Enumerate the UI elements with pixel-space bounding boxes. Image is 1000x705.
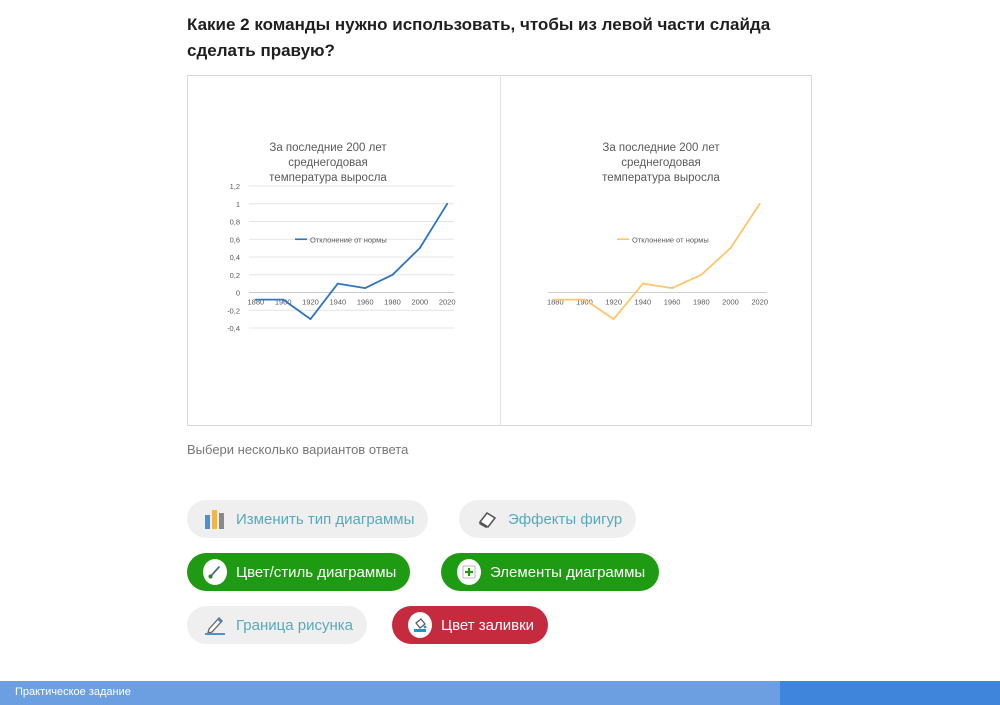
x-tick-label: 1940 — [329, 298, 346, 307]
eraser-icon — [475, 507, 499, 531]
question-text: Какие 2 команды нужно использовать, чтоб… — [187, 15, 771, 60]
paint-bucket-icon — [408, 612, 432, 638]
footer-bar: Практическое задание — [0, 681, 1000, 705]
x-tick-label: 2000 — [411, 298, 428, 307]
data-point — [700, 273, 703, 276]
chart-title: За последние 200 лет среднегодовая темпера… — [269, 142, 387, 184]
legend-label: Отклонение от нормы — [310, 235, 387, 244]
y-tick-label: 0,2 — [230, 271, 240, 280]
answer-hint: Выбери несколько вариантов ответа — [187, 442, 409, 457]
plus-icon — [457, 559, 481, 585]
slide-left-panel: За последние 200 лет среднегодовая темпера… — [188, 76, 500, 425]
data-point — [671, 287, 673, 289]
data-point — [612, 318, 615, 321]
data-point — [758, 202, 761, 205]
pencil-icon — [203, 613, 227, 637]
data-point — [418, 247, 421, 250]
x-tick-label: 1980 — [693, 298, 710, 307]
x-tick-label: 1920 — [302, 298, 319, 307]
y-tick-label: 0,8 — [230, 218, 240, 227]
brush-icon — [203, 559, 227, 585]
option-label: Изменить тип диаграммы — [236, 510, 415, 528]
option-label: Цвет заливки — [441, 616, 535, 634]
data-point — [309, 318, 312, 321]
data-point — [554, 298, 557, 301]
data-point — [642, 282, 644, 285]
right-line-chart: За последние 200 лет среднегодовая темпера… — [547, 142, 768, 321]
y-tick-label: 0 — [236, 289, 240, 298]
data-point — [446, 202, 449, 205]
option-chart-elements-button[interactable]: Элементы диаграммы — [441, 553, 660, 591]
x-tick-label: 2020 — [751, 298, 768, 307]
option-fill-color-button[interactable]: Цвет заливки — [392, 606, 549, 644]
data-point — [282, 298, 285, 301]
option-label: Элементы диаграммы — [490, 563, 646, 581]
x-tick-label: 2000 — [722, 298, 739, 307]
y-tick-label: -0,2 — [227, 306, 240, 315]
data-point — [364, 287, 367, 289]
legend-label: Отклонение от нормы — [632, 235, 709, 244]
bar-chart-icon — [203, 507, 227, 531]
data-point — [391, 273, 394, 276]
footer-label: Практическое задание — [15, 686, 131, 698]
option-label: Граница рисунка — [236, 616, 353, 634]
x-tick-label: 1920 — [605, 298, 622, 307]
option-change-chart-type-button[interactable]: Изменить тип диаграммы — [187, 500, 429, 538]
left-line-chart: За последние 200 лет среднегодовая темпера… — [227, 142, 456, 333]
y-tick-label: 1,2 — [230, 182, 240, 191]
data-point — [729, 247, 732, 250]
slide-preview: За последние 200 лет среднегодовая темпера… — [187, 75, 812, 426]
data-point — [254, 298, 257, 301]
x-tick-label: 2020 — [439, 298, 456, 307]
y-tick-label: 1 — [236, 200, 240, 209]
slide-right-panel: За последние 200 лет среднегодовая темпера… — [501, 76, 813, 425]
y-tick-label: -0,4 — [227, 324, 240, 333]
chart-title: За последние 200 лет среднегодовая темпера… — [602, 142, 720, 184]
x-tick-label: 1960 — [664, 298, 681, 307]
x-tick-label: 1980 — [384, 298, 401, 307]
option-shape-effects-button[interactable]: Эффекты фигур — [459, 500, 637, 538]
x-tick-label: 1940 — [635, 298, 652, 307]
data-point — [583, 298, 586, 301]
option-chart-color-style-button[interactable]: Цвет/стиль диаграммы — [187, 553, 411, 591]
y-tick-label: 0,6 — [230, 235, 240, 244]
option-label: Эффекты фигур — [508, 510, 623, 528]
data-point — [336, 282, 339, 285]
option-picture-border-button[interactable]: Граница рисунка — [187, 606, 367, 644]
option-label: Цвет/стиль диаграммы — [236, 563, 397, 581]
y-tick-label: 0,4 — [230, 253, 240, 262]
x-tick-label: 1960 — [357, 298, 374, 307]
